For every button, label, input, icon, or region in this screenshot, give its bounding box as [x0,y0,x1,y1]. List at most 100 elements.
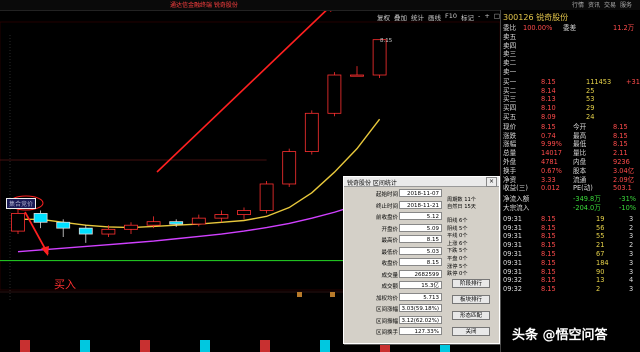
stat-field-value[interactable]: 2018-11-21 [399,200,442,209]
quote-row: 收益(三) 0.012 PE(动) 503.1 [501,184,640,193]
toolbar-item[interactable]: 标记 [461,12,474,22]
stage-rank-button[interactable]: 阶段排行 [452,279,490,288]
dialog-title-bar[interactable]: 锐奇股份 区间统计 × [344,177,499,187]
candle-body [11,213,25,232]
tick-row: 09:32 8.15 2 3 [501,285,640,294]
quote-label: 总量 [503,149,517,158]
stat-field-value: 2682599 [399,269,442,278]
tick-volume: 2 [596,285,601,294]
quote-label: 外盘 [503,158,517,166]
bid-price: 8.14 [541,86,556,95]
tick-price: 8.15 [541,285,556,294]
candle-body [169,221,184,225]
candle-stat: 跌停 0个 [447,271,468,278]
pattern-match-button[interactable]: 形态匹配 [452,311,490,320]
candle-stat: 阳线 6个 [447,218,468,224]
stat-field-label: 前收盘价 [375,215,398,221]
stock-name: 锐奇股份 [536,13,569,22]
top-menu-item[interactable]: 服务 [620,2,632,9]
candle-body [304,112,319,152]
stat-field-label: 最高价 [381,238,398,244]
stat-field-value: 5.713 [399,292,442,301]
quote-value: 8.15 [613,122,628,131]
candle-stat: 涨停 5个 [447,263,468,270]
ask-label: 卖二 [503,59,517,68]
top-menu-item[interactable]: 资讯 [588,2,600,9]
ask-label: 卖五 [503,32,517,41]
toolbar-item[interactable]: + [484,12,489,22]
stock-code: 300126 [503,13,534,22]
bid-price: 8.15 [541,77,556,86]
tick-count: 3 [629,232,634,241]
candle-body [33,213,48,223]
toolbar-item[interactable]: - [478,12,480,22]
ask-row: 卖四 [501,42,640,51]
top-menu[interactable]: 行情 资讯 交易 服务 [572,0,636,9]
candle-stat: 平盘 0个 [447,256,468,262]
stat-field-label: 开盘价 [381,226,398,233]
sector-rank-button[interactable]: 板块排行 [452,295,490,304]
quote-label: 今开 [573,122,587,131]
stat-field-label: 成交额 [381,284,398,290]
bid-label: 买四 [503,104,517,113]
quote-value: 9.99% [541,140,562,149]
quote-label: 最低 [573,140,587,149]
quote-label: 量比 [573,149,587,158]
stat-field-label: 最低价 [381,249,398,256]
tick-volume: 19 [596,214,605,223]
tick-row: 09:31 8.15 184 3 [501,259,640,268]
bid-label: 买一 [503,77,517,86]
window-title: 通达信金融终端 锐奇股份 [170,2,238,9]
stat-field: 区间换手 127.33% [348,327,442,336]
stat-field: 成交额 15.3亿 [348,281,442,290]
volume-bar [20,340,30,352]
stat-field-label: 区间涨幅 [375,307,398,313]
bid-price: 8.10 [541,104,556,113]
stat-field-label: 区间换手 [375,330,398,336]
tick-price: 8.15 [541,214,556,223]
stat-field-value: 8.15 [399,258,442,266]
quote-value: 2.09亿 [613,175,635,184]
quote-row: 现价 8.15 今开 8.15 [501,123,640,132]
tick-time: 09:31 [503,250,523,258]
tick-count: 3 [629,258,634,267]
flow-value: -349.8万 [573,195,601,204]
close-button[interactable]: 关闭 [452,327,490,336]
quote-label: 股本 [573,166,587,175]
stat-field: 区间振幅 3.12(62.02%) [348,315,442,325]
stat-field-label: 区间振幅 [375,318,398,325]
tick-row: 09:31 8.15 19 3 [501,215,640,224]
toolbar-item[interactable]: 复权 [377,12,390,22]
toolbar-item[interactable]: 叠加 [394,12,407,22]
candle-body [237,210,251,216]
bid-label: 买三 [503,95,517,104]
volume-bar [320,340,330,352]
toolbar-item[interactable]: F10 [445,12,457,22]
quote-panel: 300126 锐奇股份 委比 100.00% 委差 11.2万 卖五 卖四 卖三 卖二 卖一 买一… [500,10,640,352]
quote-value: 14017 [541,149,562,158]
tick-count: 3 [629,267,634,276]
stat-field-value: 3.03(59.18%) [399,304,442,312]
candle-body [124,224,138,230]
stock-header: 300126 锐奇股份 [503,12,568,23]
toolbar-item[interactable]: 统计 [411,12,424,22]
quote-row: 换手 0.67% 股本 3.04亿 [501,167,640,176]
stat-field-value[interactable]: 2018-11-07 [399,189,442,197]
flow-value: -204.0万 [573,204,601,212]
stat-field-value: 8.15 [399,235,442,243]
weicha-value: 11.2万 [613,24,635,32]
candle-body [372,39,387,76]
stat-field-value: 5.09 [399,223,442,232]
volume-bar [140,340,150,352]
quote-value: 0.012 [541,184,560,193]
flow-pct: -31% [619,195,637,204]
tick-time: 09:32 [503,285,523,294]
stat-field-label: 成交量 [381,272,398,279]
toolbar-item[interactable]: 画线 [428,12,441,22]
stat-field: 加权均价 5.713 [348,292,442,302]
watermark: 头条 @悟空问答 [512,328,608,343]
top-menu-item[interactable]: 行情 [572,2,584,9]
top-menu-item[interactable]: 交易 [604,2,616,9]
close-icon[interactable]: × [486,177,497,187]
tick-volume: 56 [596,223,605,232]
